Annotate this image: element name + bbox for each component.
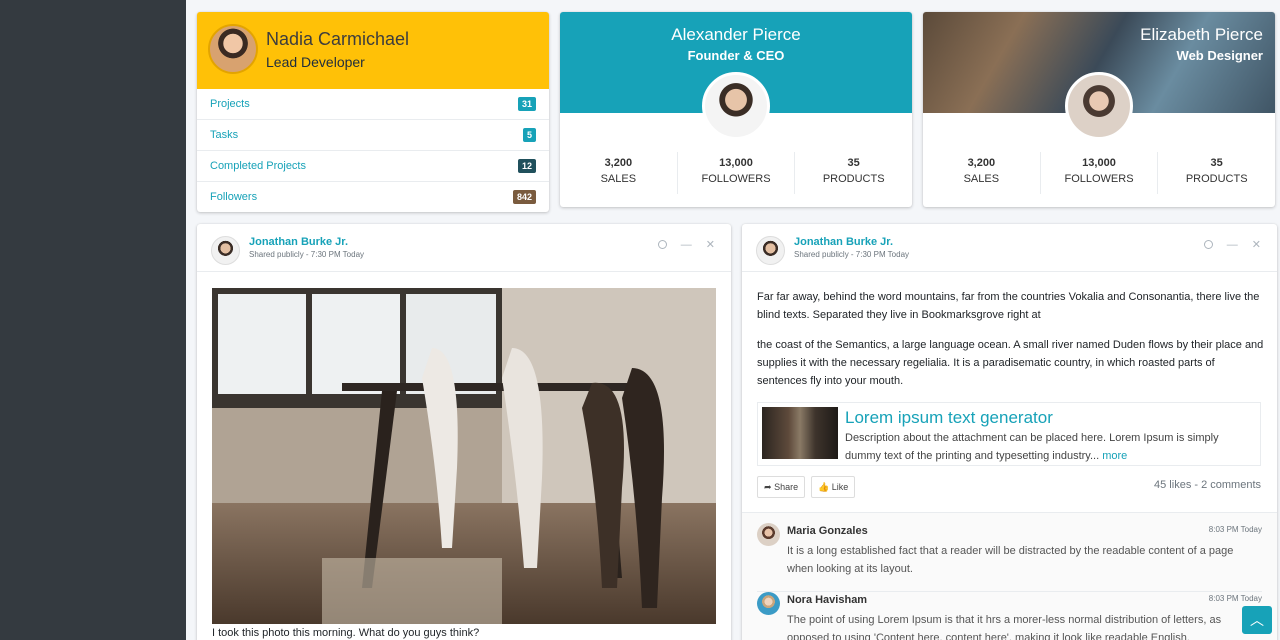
post-header: Jonathan Burke Jr. Shared publicly - 7:3… — [742, 224, 1277, 272]
back-to-top-button[interactable]: ︿ — [1242, 606, 1272, 634]
post-author[interactable]: Jonathan Burke Jr. — [249, 236, 348, 248]
count-badge: 5 — [522, 128, 536, 142]
count-badge: 12 — [517, 159, 536, 173]
avatar — [756, 236, 785, 265]
share-button[interactable]: ➦ Share — [757, 476, 806, 498]
list-item-label: Completed Projects — [210, 160, 306, 172]
comment: Nora Havisham 8:03 PM Today The point of… — [757, 591, 1262, 640]
post-paragraph: the coast of the Semantics, a large lang… — [757, 339, 1264, 387]
stat-followers: 13,000 FOLLOWERS — [1041, 152, 1159, 194]
like-label: Like — [831, 482, 849, 492]
circle-icon[interactable] — [657, 240, 667, 249]
thumbs-up-icon: 👍 — [818, 482, 830, 492]
list-item-completed-projects[interactable]: Completed Projects 12 — [197, 151, 549, 182]
widget-user-role: Web Designer — [1176, 48, 1263, 63]
like-button[interactable]: 👍 Like — [811, 476, 856, 498]
stat-label: FOLLOWERS — [1064, 173, 1134, 185]
widget-user-elizabeth: Elizabeth Pierce Web Designer 3,200 SALES… — [923, 12, 1275, 207]
comments-section: Maria Gonzales 8:03 PM Today It is a lon… — [742, 512, 1277, 640]
stat-value: 35 — [847, 157, 860, 169]
attachment-description: Description about the attachment can be … — [845, 429, 1245, 465]
count-badge: 31 — [517, 97, 536, 111]
comment-author: Maria Gonzales — [787, 525, 868, 537]
stat-value: 3,200 — [967, 157, 996, 169]
list-item-label: Followers — [210, 191, 258, 203]
sidebar — [0, 0, 186, 640]
times-icon[interactable]: ✕ — [1252, 238, 1261, 251]
stat-label: SALES — [600, 173, 637, 185]
stat-value: 13,000 — [719, 157, 753, 169]
stat-label: SALES — [963, 173, 1000, 185]
post-meta: Shared publicly - 7:30 PM Today — [249, 250, 365, 259]
times-icon[interactable]: ✕ — [706, 238, 715, 251]
post-header: Jonathan Burke Jr. Shared publicly - 7:3… — [197, 224, 731, 272]
avatar — [702, 72, 770, 140]
widget-user-header: Nadia Carmichael Lead Developer — [197, 12, 549, 89]
stat-products: 35 PRODUCTS — [795, 152, 912, 194]
avatar — [1065, 72, 1133, 140]
avatar — [208, 24, 258, 74]
stat-value: 3,200 — [604, 157, 633, 169]
stat-followers: 13,000 FOLLOWERS — [678, 152, 796, 194]
photo-caption: I took this photo this morning. What do … — [212, 627, 480, 639]
stat-label: FOLLOWERS — [701, 173, 771, 185]
comment-text: It is a long established fact that a rea… — [787, 545, 1234, 575]
main-content: Nadia Carmichael Lead Developer Projects… — [186, 0, 1280, 640]
list-item-followers[interactable]: Followers 842 — [197, 182, 549, 212]
widget-user-list: Projects 31 Tasks 5 Completed Projects 12 F… — [197, 89, 549, 212]
avatar — [211, 236, 240, 265]
stat-sales: 3,200 SALES — [923, 152, 1041, 194]
list-item-tasks[interactable]: Tasks 5 — [197, 120, 549, 151]
attachment-block: Lorem ipsum text generator Description a… — [757, 402, 1261, 466]
chevron-up-icon: ︿ — [1250, 612, 1264, 628]
minus-icon[interactable]: — — [1227, 239, 1238, 251]
stat-value: 35 — [1210, 157, 1223, 169]
widget-stats: 3,200 SALES 13,000 FOLLOWERS 35 PRODUCTS — [560, 152, 912, 194]
card-tools: — ✕ — [1203, 238, 1261, 251]
card-tools: — ✕ — [657, 238, 715, 251]
list-item-projects[interactable]: Projects 31 — [197, 89, 549, 120]
minus-icon[interactable]: — — [681, 239, 692, 251]
comment-time: 8:03 PM Today — [1208, 525, 1262, 534]
post-photo — [212, 288, 716, 624]
comment-time: 8:03 PM Today — [1208, 594, 1262, 603]
widget-user-alexander: Alexander Pierce Founder & CEO 3,200 SALE… — [560, 12, 912, 207]
share-label: Share — [774, 482, 799, 492]
stat-label: PRODUCTS — [822, 173, 885, 185]
stat-value: 13,000 — [1082, 157, 1116, 169]
widget-user-name: Elizabeth Pierce — [1140, 25, 1263, 44]
post-meta: Shared publicly - 7:30 PM Today — [794, 250, 910, 259]
avatar — [757, 523, 780, 546]
stat-sales: 3,200 SALES — [560, 152, 678, 194]
likes-comments-count: 45 likes - 2 comments — [1154, 479, 1261, 491]
post-card-text: Jonathan Burke Jr. Shared publicly - 7:3… — [742, 224, 1277, 640]
widget-user-name: Nadia Carmichael — [266, 29, 410, 49]
room-photo-illustration — [212, 288, 716, 624]
more-link[interactable]: more — [1102, 450, 1127, 462]
comment-author: Nora Havisham — [787, 594, 868, 606]
circle-icon[interactable] — [1203, 240, 1213, 249]
count-badge: 842 — [512, 190, 536, 204]
attachment-description-text: Description about the attachment can be … — [845, 432, 1219, 462]
stat-label: PRODUCTS — [1185, 173, 1248, 185]
widget-stats: 3,200 SALES 13,000 FOLLOWERS 35 PRODUCTS — [923, 152, 1275, 194]
list-item-label: Tasks — [210, 129, 239, 141]
widget-user-role: Founder & CEO — [687, 48, 785, 63]
stat-products: 35 PRODUCTS — [1158, 152, 1275, 194]
list-item-label: Projects — [210, 98, 250, 110]
widget-user-nadia: Nadia Carmichael Lead Developer Projects… — [197, 12, 549, 212]
widget-user-name: Alexander Pierce — [671, 25, 801, 44]
attachment-thumbnail — [762, 407, 838, 459]
avatar — [757, 592, 780, 615]
widget-user-role: Lead Developer — [266, 54, 365, 70]
share-icon: ➦ — [764, 482, 772, 492]
post-paragraph: Far far away, behind the word mountains,… — [757, 291, 1260, 321]
comment-text: The point of using Lorem Ipsum is that i… — [787, 614, 1222, 640]
post-card-photo: Jonathan Burke Jr. Shared publicly - 7:3… — [197, 224, 731, 640]
post-author[interactable]: Jonathan Burke Jr. — [794, 236, 893, 248]
attachment-title[interactable]: Lorem ipsum text generator — [845, 408, 1053, 428]
